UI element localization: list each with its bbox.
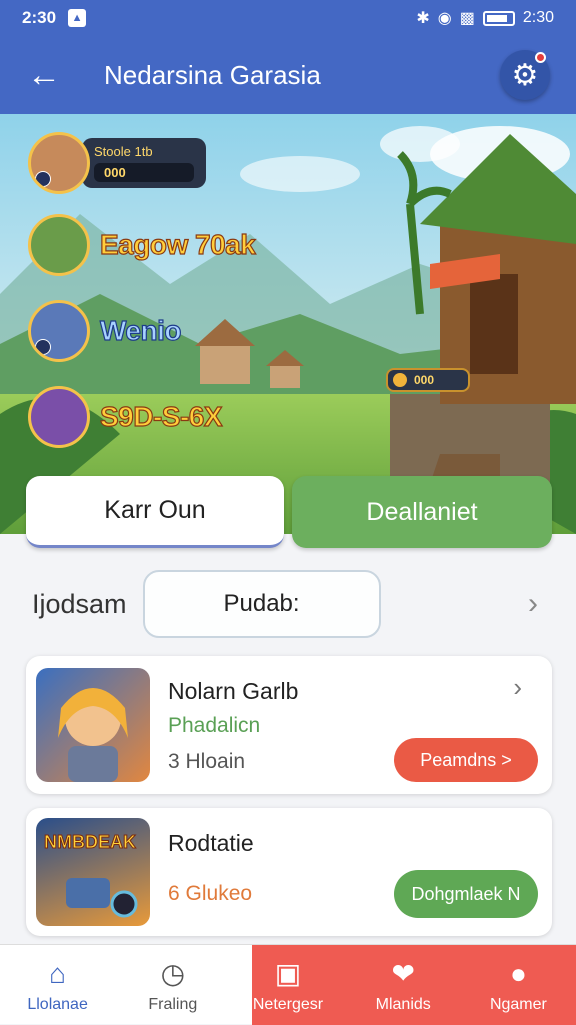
- chevron-right-icon[interactable]: ›: [513, 672, 522, 703]
- avatar: [28, 214, 90, 276]
- game-card-1[interactable]: Nolarn Garlb Phadalicn 3 Hloain › Peamdn…: [26, 656, 552, 794]
- player-name: S9D-S-6X: [99, 400, 223, 432]
- game-card-2[interactable]: NMBDEAK Rodtatie 6 Glukeo Dohgmlaek N: [26, 808, 552, 936]
- rank-badge-icon: [35, 171, 51, 187]
- nav-label: Llolanae: [27, 995, 88, 1013]
- page-title: Nedarsina Garasia: [104, 59, 321, 90]
- bluetooth-icon: ✱: [416, 10, 430, 27]
- clock-icon: ◷: [160, 958, 186, 989]
- player-card-2[interactable]: Eagow 70ak: [28, 214, 256, 276]
- filter-pill[interactable]: Pudab:: [142, 570, 381, 638]
- player-stat-label: Stoole 1tb: [94, 144, 153, 159]
- nav-item-home[interactable]: ⌂ Llolanae: [0, 945, 115, 1024]
- player-name: Wenio: [99, 314, 182, 346]
- player-card-3[interactable]: Wenio: [28, 300, 182, 362]
- bag-icon: ▣: [274, 958, 302, 989]
- nav-label: Ngamer: [489, 995, 547, 1013]
- status-time: 2:30: [22, 8, 57, 27]
- game-meta: 3 Hloain: [168, 750, 246, 773]
- filter-row: Ijodsam Pudab: ›: [0, 568, 576, 640]
- status-icons: ✱ ◉ ▩ 2:30: [416, 8, 554, 28]
- tab-karr-oun[interactable]: Karr Oun: [26, 476, 284, 548]
- tab-bar: Karr Oun Deallaniet: [0, 474, 576, 554]
- game-thumbnail: [36, 668, 150, 782]
- arrow-left-icon: ←: [27, 55, 61, 94]
- player-name: Eagow 70ak: [99, 228, 256, 260]
- filter-label: Ijodsam: [32, 588, 127, 619]
- game-subtitle: Phadalicn: [168, 714, 261, 737]
- avatar: [28, 386, 90, 448]
- game-title: Nolarn Garlb: [168, 678, 299, 704]
- signal-icon: ▩: [459, 10, 475, 27]
- tab-deallaniet[interactable]: Deallaniet: [292, 476, 552, 548]
- coin-counter: 000: [386, 368, 470, 392]
- status-time-right: 2:30: [522, 9, 554, 26]
- home-icon: ⌂: [49, 957, 67, 989]
- wifi-icon: ◉: [437, 10, 452, 27]
- card-action-button[interactable]: Peamdns >: [394, 738, 538, 782]
- notification-dot: [535, 52, 546, 63]
- nav-item-fraling[interactable]: ◷ Fraling: [115, 945, 230, 1024]
- hero-banner: Stoole 1tb 000 Eagow 70ak Wenio S9D-S-6X…: [0, 114, 576, 534]
- nav-label: Fraling: [148, 995, 198, 1013]
- player-stat-chip: Stoole 1tb 000: [82, 138, 206, 188]
- rank-badge-icon: [35, 339, 51, 355]
- player-card-4[interactable]: S9D-S-6X: [28, 386, 223, 448]
- status-bar: 2:30 ▲ ✱ ◉ ▩ 2:30: [0, 0, 576, 36]
- card-action-button[interactable]: Dohgmlaek N: [394, 870, 538, 918]
- battery-icon: [482, 10, 515, 26]
- chevron-right-icon[interactable]: ›: [528, 587, 538, 621]
- gear-icon: ⚙: [511, 58, 539, 92]
- game-meta: 6 Glukeo: [168, 882, 253, 905]
- app-bar: ← Nedarsina Garasia ⚙: [0, 36, 576, 114]
- thumbnail-title: NMBDEAK: [44, 832, 137, 853]
- nav-label: Mlanids: [375, 995, 431, 1013]
- person-icon: ●: [509, 957, 527, 989]
- player-card-1[interactable]: Stoole 1tb 000: [28, 132, 206, 194]
- game-title: Rodtatie: [168, 830, 254, 856]
- nav-item-mlanids[interactable]: ❤ Mlanids: [346, 945, 461, 1024]
- notification-icon: ▲: [68, 9, 87, 27]
- hero-portrait-image: [58, 688, 128, 782]
- back-button[interactable]: ←: [16, 47, 72, 103]
- game-thumbnail: NMBDEAK: [36, 818, 150, 926]
- player-stat-value: 000: [94, 163, 194, 182]
- settings-button[interactable]: ⚙: [500, 50, 550, 100]
- nav-item-ngamer[interactable]: ● Ngamer: [461, 945, 576, 1024]
- nav-label: Netergesr: [252, 995, 324, 1013]
- nav-item-netergesr[interactable]: ▣ Netergesr: [230, 945, 345, 1024]
- bottom-nav: ⌂ Llolanae ◷ Fraling ▣ Netergesr ❤ Mlani…: [0, 944, 576, 1025]
- avatar: [28, 132, 90, 194]
- heart-icon: ❤: [391, 958, 415, 989]
- avatar: [28, 300, 90, 362]
